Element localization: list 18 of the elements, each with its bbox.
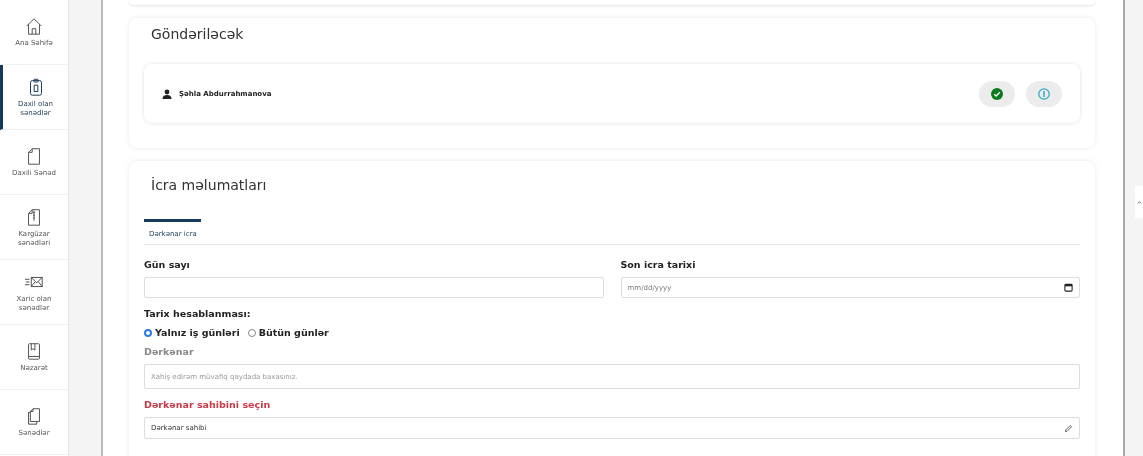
field-label: Dərkənar (144, 346, 195, 357)
calendar-icon[interactable] (1064, 283, 1073, 292)
field-label: Tarix hesablanması: (144, 308, 252, 319)
info-icon (1038, 87, 1050, 100)
pencil-icon[interactable] (1064, 423, 1073, 433)
section-title: Göndəriləcək (151, 26, 245, 42)
radio-button[interactable] (144, 328, 152, 337)
section-title: İcra məlumatları (151, 177, 268, 193)
field-label: Dərkənar sahibini seçin (144, 399, 272, 410)
caret-icon (1136, 199, 1142, 205)
info-button[interactable] (1026, 80, 1062, 107)
person-icon (162, 88, 172, 99)
field-label: Son icra tarixi (620, 259, 697, 270)
home-icon (24, 16, 44, 36)
day-count-field[interactable] (144, 277, 604, 298)
approve-button[interactable] (979, 80, 1015, 107)
field-label: Gün sayı (144, 259, 191, 270)
check-icon (991, 87, 1003, 100)
